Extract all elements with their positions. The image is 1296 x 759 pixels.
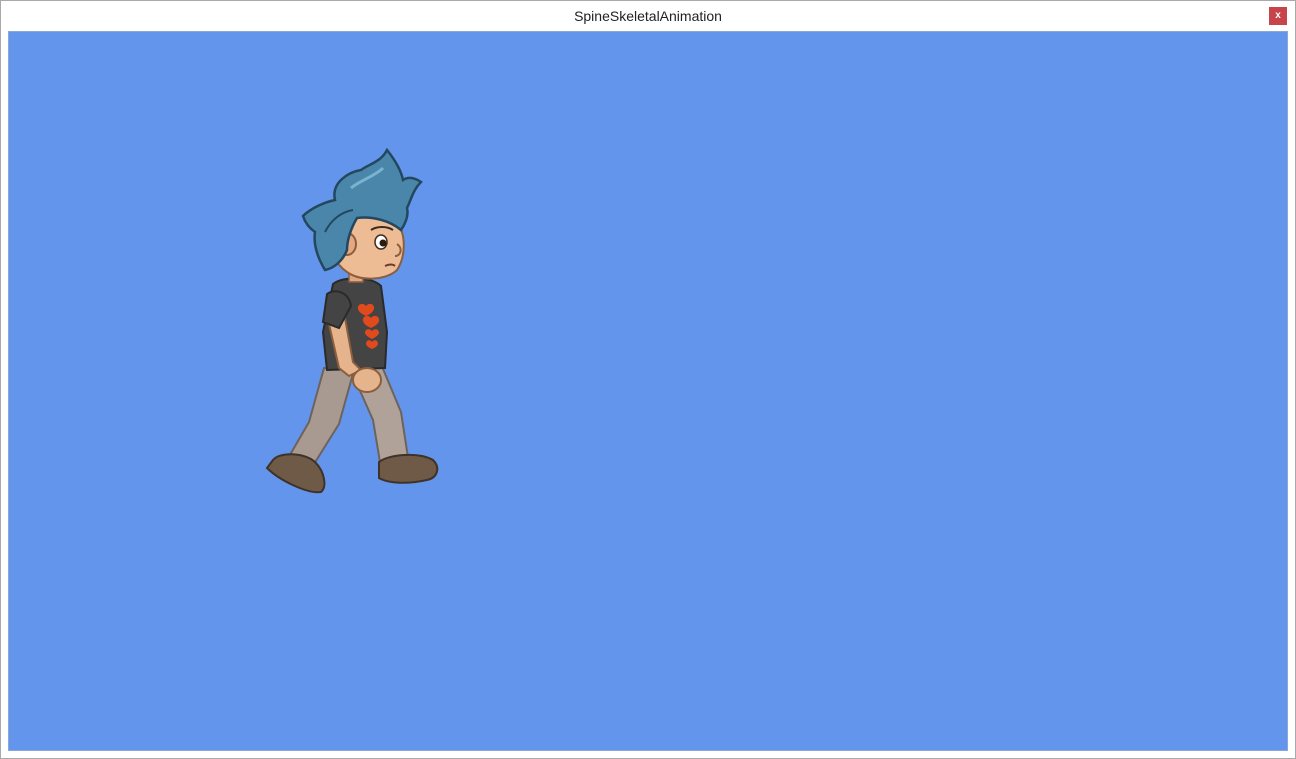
front-shoe [378,454,439,484]
render-viewport [8,31,1288,751]
window-title: SpineSkeletalAnimation [574,8,722,24]
pupil [379,239,387,247]
close-button[interactable]: x [1269,7,1287,25]
fist [352,367,382,393]
title-bar[interactable]: SpineSkeletalAnimation x [1,1,1295,31]
app-window: SpineSkeletalAnimation x [0,0,1296,759]
scene-background [9,32,1287,750]
game-canvas [9,32,1287,750]
